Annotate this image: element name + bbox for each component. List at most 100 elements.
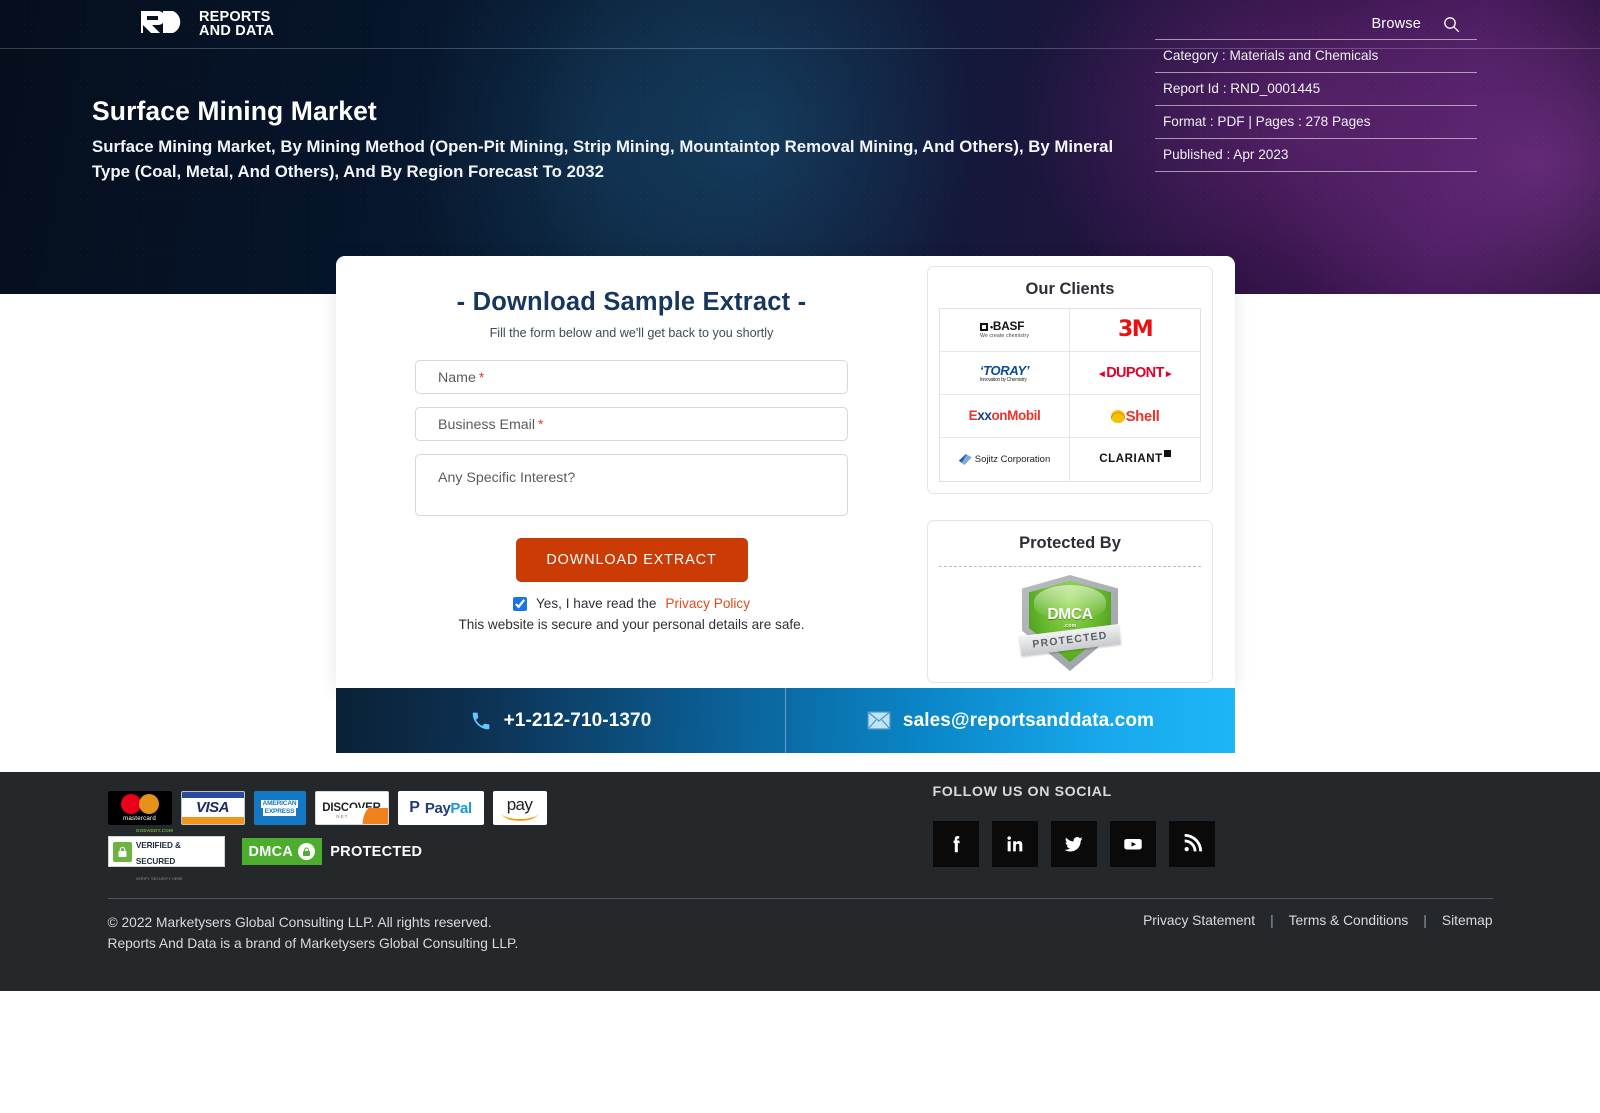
contact-bar: +1-212-710-1370 sales@reportsanddata.com — [336, 688, 1235, 753]
protected-by-panel: Protected By DMCA .com PROTECTED — [927, 520, 1213, 683]
nav-browse-link[interactable]: Browse — [1371, 16, 1421, 32]
copyright-line-2: Reports And Data is a brand of Marketyse… — [107, 935, 519, 951]
business-email-input[interactable] — [415, 407, 848, 441]
sojitz-mark-icon — [958, 454, 972, 465]
sojitz-logo-text: Sojitz Corporation — [974, 453, 1051, 465]
dupont-logo-text: DUPONT — [1106, 364, 1164, 381]
form-fields: Name * Business Email * Any Specific Inter… — [336, 340, 927, 632]
footer-divider — [107, 898, 1493, 899]
legal-separator-2: | — [1423, 913, 1427, 928]
client-logo-sojitz: Sojitz Corporation — [940, 438, 1070, 481]
youtube-icon[interactable] — [1109, 821, 1156, 867]
footer-legal-links: Privacy Statement | Terms & Conditions |… — [1143, 913, 1492, 928]
clients-logo-grid: •BASF We create chemistry 3M ‘TORAY’ Innov… — [939, 308, 1201, 482]
legal-separator-1: | — [1270, 913, 1274, 928]
form-title: - Download Sample Extract - — [456, 288, 807, 316]
amazon-pay-label: pay — [506, 795, 533, 814]
social-icons-row — [932, 821, 1215, 867]
contact-phone[interactable]: +1-212-710-1370 — [336, 688, 786, 753]
mail-icon — [867, 711, 891, 730]
search-icon[interactable] — [1443, 16, 1460, 33]
godaddy-bottom-text: VERIFY SECURITY HERE — [135, 876, 183, 881]
privacy-consent-checkbox[interactable] — [512, 596, 527, 611]
godaddy-mid-text: VERIFIED & SECURED — [135, 840, 181, 866]
download-extract-button[interactable]: DOWNLOAD EXTRACT — [515, 538, 748, 582]
trust-badges-row: GODADDY.COM VERIFIED & SECURED VERIFY SE… — [107, 828, 1493, 880]
meta-row-format-pages: Format : PDF | Pages : 278 Pages — [1155, 105, 1477, 138]
twitter-icon[interactable] — [1050, 821, 1097, 867]
client-logo-clariant: CLARIANT — [1070, 438, 1200, 481]
our-clients-panel: Our Clients •BASF We create chemistry 3M … — [927, 266, 1213, 494]
toray-tagline: Innovation by Chemistry — [979, 376, 1027, 383]
shell-pecten-icon — [1110, 409, 1125, 423]
visa-label: VISA — [195, 799, 230, 816]
sample-form-column: - Download Sample Extract - Fill the for… — [336, 256, 927, 688]
name-input[interactable] — [415, 360, 848, 394]
3m-logo-text: 3M — [1117, 317, 1154, 342]
page-subtitle: Surface Mining Market, By Mining Method … — [92, 137, 1114, 181]
our-clients-title: Our Clients — [1025, 280, 1115, 298]
dmca-protected-badge-icon[interactable]: DMCA .com PROTECTED — [1019, 575, 1121, 671]
copyright-block: © 2022 Marketysers Global Consulting LLP… — [108, 913, 519, 954]
page-title: Surface Mining Market — [92, 96, 377, 126]
interest-field-wrapper: Any Specific Interest? — [415, 454, 848, 521]
shell-logo-text: Shell — [1125, 407, 1160, 425]
site-footer: mastercard VISA AMERICAN EXPRESS DISCOVE… — [0, 772, 1600, 991]
protected-by-title: Protected By — [939, 530, 1201, 567]
specific-interest-textarea[interactable] — [415, 454, 848, 516]
basf-tagline: We create chemistry — [979, 333, 1030, 340]
contact-email-text: sales@reportsanddata.com — [902, 709, 1155, 731]
dmca-footer-brand: DMCA — [248, 843, 294, 860]
client-logo-dupont: ◄DUPONT► — [1070, 352, 1200, 395]
client-logo-shell: Shell — [1070, 395, 1200, 438]
logo-text: REPORTS AND DATA — [199, 8, 275, 39]
client-logo-basf: •BASF We create chemistry — [940, 309, 1070, 352]
payment-discover-icon: DISCOVER NETWORK — [314, 791, 389, 825]
paypal-label-a: Pay — [424, 799, 451, 817]
sitemap-link[interactable]: Sitemap — [1442, 913, 1493, 928]
social-title: FOLLOW US ON SOCIAL — [932, 784, 1112, 800]
payment-amazon-pay-icon: pay — [492, 791, 547, 825]
godaddy-top-text: GODADDY.COM — [135, 827, 174, 833]
phone-icon — [470, 710, 492, 732]
contact-email[interactable]: sales@reportsanddata.com — [786, 688, 1235, 753]
side-panels-column: Our Clients •BASF We create chemistry 3M … — [927, 256, 1235, 688]
paypal-label-b: Pal — [450, 799, 472, 817]
linkedin-icon[interactable] — [991, 821, 1038, 867]
consent-row: Yes, I have read the Privacy Policy — [415, 596, 848, 611]
client-logo-exxonmobil: ExxonMobil — [940, 395, 1070, 438]
logo-text-top: REPORTS — [199, 8, 271, 25]
meta-row-published: Published : Apr 2023 — [1155, 138, 1477, 172]
download-sample-card: - Download Sample Extract - Fill the for… — [336, 256, 1235, 688]
copyright-line-1: © 2022 Marketysers Global Consulting LLP… — [107, 915, 492, 930]
dmca-badge-name: DMCA — [1047, 606, 1093, 623]
payment-amex-icon: AMERICAN EXPRESS — [253, 791, 306, 825]
payment-methods-row: mastercard VISA AMERICAN EXPRESS DISCOVE… — [107, 791, 1493, 825]
site-logo[interactable]: REPORTS AND DATA — [139, 9, 274, 40]
godaddy-verified-badge: GODADDY.COM VERIFIED & SECURED VERIFY SE… — [107, 828, 225, 880]
logo-mark-icon — [139, 9, 191, 40]
logo-text-bottom: AND DATA — [199, 23, 275, 39]
hero-section: REPORTS AND DATA Browse Surface Mining M… — [0, 0, 1600, 294]
top-navbar: REPORTS AND DATA Browse — [0, 0, 1600, 49]
dmca-footer-suffix: PROTECTED — [330, 843, 423, 860]
amex-label-top: AMERICAN — [260, 800, 299, 808]
contact-phone-text: +1-212-710-1370 — [503, 709, 652, 731]
rss-icon[interactable] — [1168, 821, 1215, 867]
social-block: FOLLOW US ON SOCIAL — [932, 784, 1215, 867]
facebook-icon[interactable] — [932, 821, 979, 867]
security-note: This website is secure and your personal… — [458, 617, 805, 632]
amex-label-bottom: EXPRESS — [262, 808, 297, 816]
terms-conditions-link[interactable]: Terms & Conditions — [1289, 913, 1409, 928]
client-logo-toray: ‘TORAY’ Innovation by Chemistry — [940, 352, 1070, 395]
dmca-lock-icon — [298, 843, 316, 860]
clariant-logo-text: CLARIANT — [1099, 452, 1163, 465]
email-field-wrapper: Business Email * — [415, 407, 848, 441]
form-subtitle: Fill the form below and we'll get back t… — [489, 326, 774, 340]
consent-text: Yes, I have read the — [535, 596, 657, 611]
payment-paypal-icon: P PayPal — [397, 791, 484, 825]
dmca-footer-badge[interactable]: DMCA PROTECTED — [241, 838, 423, 865]
privacy-statement-link[interactable]: Privacy Statement — [1143, 913, 1255, 928]
privacy-policy-link[interactable]: Privacy Policy — [665, 596, 750, 611]
report-meta-table: Category : Materials and Chemicals Repor… — [1155, 39, 1477, 172]
